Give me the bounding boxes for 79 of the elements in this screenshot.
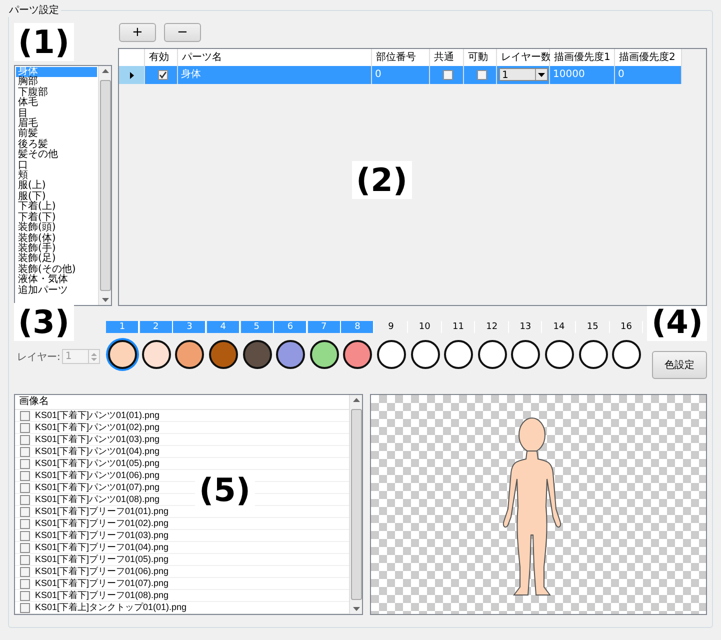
annotation-label: (1): [14, 23, 74, 61]
layer-label: レイヤー:: [17, 350, 60, 364]
color-settings-button[interactable]: 色設定: [652, 351, 707, 379]
checkbox[interactable]: [158, 70, 168, 80]
file-name[interactable]: KS01[下着下]パンツ01(07).png: [35, 482, 160, 493]
row-header[interactable]: [119, 66, 145, 84]
column-header[interactable]: パーツ名: [178, 49, 372, 66]
file-name[interactable]: KS01[下着下]パンツ01(05).png: [35, 458, 160, 469]
checkbox[interactable]: [20, 578, 30, 588]
file-name[interactable]: KS01[下着下]パンツ01(04).png: [35, 446, 160, 457]
file-name[interactable]: KS01[下着下]パンツ01(02).png: [35, 422, 160, 433]
annotation-label: (3): [14, 303, 74, 341]
list-item[interactable]: 液体・気体: [16, 275, 97, 286]
column-header[interactable]: 描画優先度1: [550, 49, 615, 66]
checkbox[interactable]: [20, 482, 30, 492]
column-header[interactable]: 可動: [464, 49, 497, 66]
file-name[interactable]: KS01[下着下]パンツ01(03).png: [35, 434, 160, 445]
list-item[interactable]: 胸部: [16, 77, 97, 88]
checkbox[interactable]: [20, 590, 30, 600]
file-name[interactable]: KS01[下着下]パンツ01(06).png: [35, 470, 160, 481]
file-name[interactable]: KS01[下着下]ブリーフ01(04).png: [35, 542, 169, 553]
checkbox[interactable]: [20, 542, 30, 552]
file-name[interactable]: KS01[下着上]タンクトップ01(01).png: [35, 602, 187, 613]
group-title: パーツ設定: [7, 3, 61, 17]
list-item[interactable]: 下着(上): [16, 202, 97, 213]
row-pointer-icon: [130, 72, 134, 78]
file-name[interactable]: KS01[下着下]ブリーフ01(02).png: [35, 518, 169, 529]
checkbox[interactable]: [20, 422, 30, 432]
table-cell: 身体: [178, 66, 372, 84]
checkbox[interactable]: [20, 530, 30, 540]
checkbox[interactable]: [20, 602, 30, 612]
column-header[interactable]: レイヤー数: [497, 49, 550, 66]
column-header[interactable]: 描画優先度2: [615, 49, 682, 66]
list-item[interactable]: 追加パーツ: [16, 286, 97, 296]
checkbox[interactable]: [20, 518, 30, 528]
list-item[interactable]: 装飾(体): [16, 234, 97, 244]
checkbox[interactable]: [20, 566, 30, 576]
annotation-label: (2): [352, 161, 412, 199]
dropdown-arrow-icon: [538, 72, 545, 76]
annotation-label: (4): [647, 303, 707, 341]
list-item[interactable]: 前髪: [16, 129, 97, 140]
file-name[interactable]: KS01[下着下]ブリーフ01(01).png: [35, 506, 169, 517]
table-cell: 0: [372, 66, 430, 84]
checkbox[interactable]: [20, 446, 30, 456]
list-item[interactable]: 髪その他: [16, 150, 97, 161]
file-name[interactable]: KS01[下着下]ブリーフ01(06).png: [35, 566, 169, 577]
table-cell: 0: [615, 66, 682, 84]
checkbox[interactable]: [20, 554, 30, 564]
scrollbar[interactable]: [349, 395, 362, 614]
file-name[interactable]: KS01[下着下]ブリーフ01(07).png: [35, 578, 169, 589]
column-header[interactable]: 共通: [430, 49, 464, 66]
grid-corner: [119, 49, 145, 66]
file-name[interactable]: KS01[下着下]ブリーフ01(03).png: [35, 530, 169, 541]
checkbox[interactable]: [20, 434, 30, 444]
checkbox[interactable]: [20, 506, 30, 516]
layer-count-dropdown[interactable]: 1: [499, 68, 548, 81]
list-item[interactable]: 体毛: [16, 98, 97, 109]
table-cell: 10000: [550, 66, 615, 84]
spin-arrows-icon: [91, 352, 98, 362]
list-item[interactable]: 装飾(足): [16, 254, 97, 265]
file-name[interactable]: KS01[下着下]ブリーフ01(05).png: [35, 554, 169, 565]
checkbox[interactable]: [20, 458, 30, 468]
file-name[interactable]: KS01[下着下]ブリーフ01(08).png: [35, 590, 169, 601]
column-header[interactable]: 有効: [145, 49, 178, 66]
file-name[interactable]: KS01[下着下]パンツ01(08).png: [35, 494, 160, 505]
remove-button[interactable]: −: [164, 23, 201, 42]
list-item[interactable]: 装飾(頭): [16, 223, 97, 234]
list-item[interactable]: 服(上): [16, 181, 97, 192]
checkbox[interactable]: [476, 70, 486, 80]
scrollbar[interactable]: [98, 66, 111, 305]
checkbox[interactable]: [20, 410, 30, 420]
column-header[interactable]: 画像名: [15, 395, 349, 410]
list-item[interactable]: 頬: [16, 171, 97, 182]
file-name[interactable]: KS01[下着下]パンツ01(01).png: [35, 410, 160, 421]
column-header[interactable]: 部位番号: [372, 49, 430, 66]
checkbox[interactable]: [20, 470, 30, 480]
checkbox[interactable]: [443, 70, 453, 80]
add-button[interactable]: +: [119, 23, 156, 42]
checkbox[interactable]: [20, 494, 30, 504]
